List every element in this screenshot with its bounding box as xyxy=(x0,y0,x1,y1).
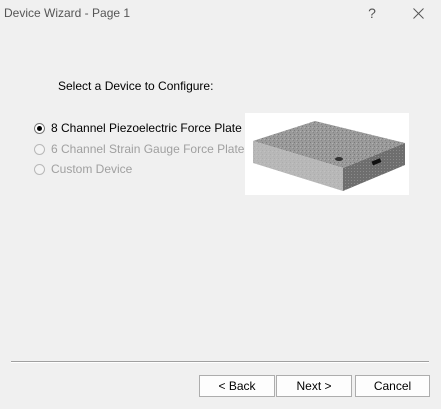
radio-button-disabled xyxy=(34,143,45,155)
force-plate-image xyxy=(245,113,409,195)
window-title: Device Wizard - Page 1 xyxy=(4,6,131,20)
close-icon xyxy=(412,7,424,19)
back-button[interactable]: < Back xyxy=(199,375,275,397)
radio-button-disabled xyxy=(34,163,45,175)
close-button[interactable] xyxy=(400,0,436,26)
cancel-button[interactable]: Cancel xyxy=(355,375,430,397)
option-label: Custom Device xyxy=(51,162,133,176)
next-button[interactable]: Next > xyxy=(276,375,352,397)
title-bar: Device Wizard - Page 1 ? xyxy=(0,0,441,26)
page-prompt: Select a Device to Configure: xyxy=(58,79,214,93)
option-label: 6 Channel Strain Gauge Force Plate xyxy=(51,142,245,156)
question-mark-icon: ? xyxy=(368,5,376,21)
help-button[interactable]: ? xyxy=(354,0,390,26)
option-piezoelectric-force-plate[interactable]: 8 Channel Piezoelectric Force Plate xyxy=(34,120,242,136)
force-plate-illustration xyxy=(253,121,405,191)
button-separator xyxy=(11,361,429,363)
option-strain-gauge-force-plate: 6 Channel Strain Gauge Force Plate xyxy=(34,141,244,157)
radio-button-selected[interactable] xyxy=(34,122,45,134)
option-label: 8 Channel Piezoelectric Force Plate xyxy=(51,121,242,135)
option-custom-device: Custom Device xyxy=(34,161,132,177)
